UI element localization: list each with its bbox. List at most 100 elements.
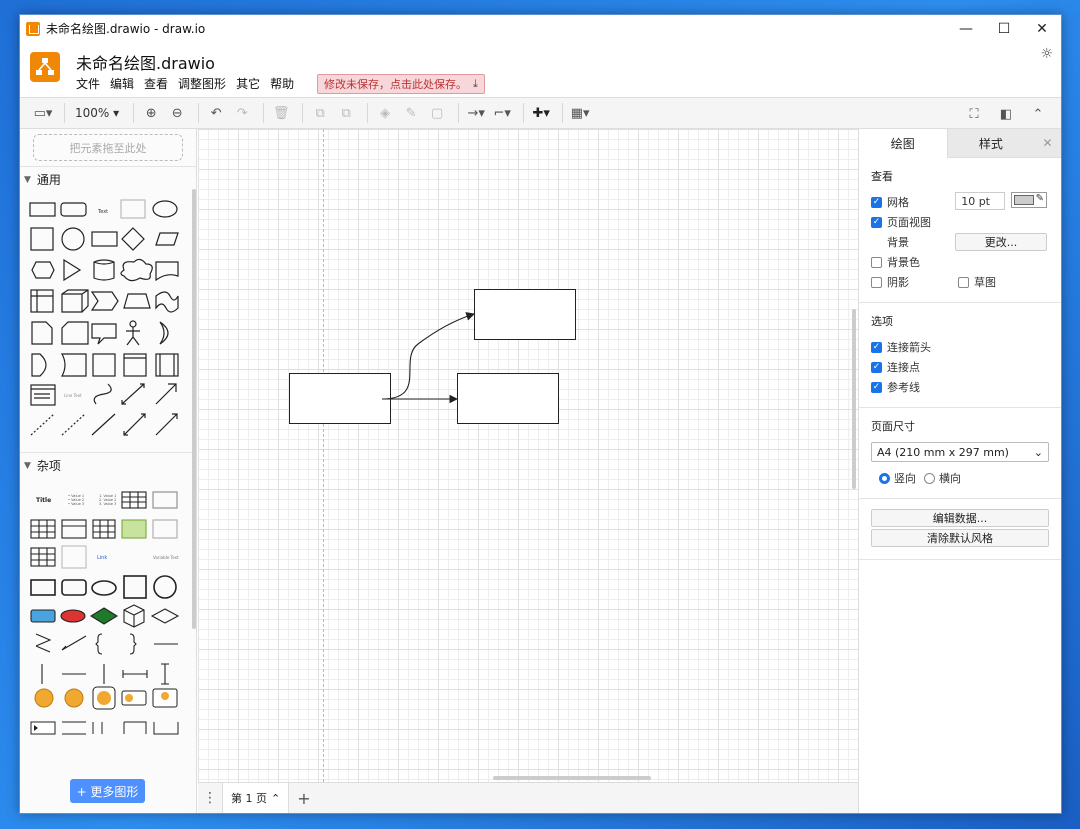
menu-extras[interactable]: 其它 [236, 75, 260, 92]
options-title: 选项 [871, 315, 893, 328]
guides-label: 参考线 [887, 381, 920, 394]
line-color-icon[interactable]: ✎ [400, 101, 422, 125]
to-back-icon[interactable]: ⧉ [335, 101, 357, 125]
page-size-value: A4 (210 mm x 297 mm) [877, 445, 1009, 459]
grid-checkbox[interactable]: ✓ [871, 196, 882, 208]
connector-curved[interactable] [381, 312, 476, 400]
minimize-button[interactable]: — [947, 15, 985, 42]
misc-shapes-grid: Link Variable Text Title • Value 1 • Val… [20, 478, 196, 748]
delete-icon[interactable]: 🗑 [270, 101, 292, 125]
toolbar-separator [367, 103, 369, 123]
grid-size-input[interactable]: 10 pt [955, 192, 1005, 210]
shadow-sketch-row: 阴影 草图 [871, 272, 1049, 292]
waypoints-icon[interactable]: ⌐▾ [491, 101, 513, 125]
svg-text:• Value 3: • Value 3 [68, 502, 84, 506]
page-size-select[interactable]: A4 (210 mm x 297 mm) ⌄ [871, 442, 1049, 462]
section-misc-label: 杂项 [36, 459, 61, 473]
grid-color-button[interactable]: ✎ [1011, 192, 1047, 208]
diagram-canvas[interactable] [198, 129, 858, 782]
data-actions-section: 编辑数据... 清除默认风格 [859, 499, 1061, 560]
toolbar-separator [133, 103, 135, 123]
view-section: 查看 ✓ 网格 10 pt ✎ ✓ 页面视图 背景 更改... 背景色 阴影 草… [859, 158, 1061, 303]
insert-plus-icon[interactable]: ✚▾ [530, 101, 552, 125]
connectors-svg [381, 312, 476, 404]
options-section: 选项 ✓ 连接箭头 ✓ 连接点 ✓ 参考线 [859, 303, 1061, 408]
section-misc[interactable]: ▼ 杂项 [20, 452, 196, 478]
zoom-dropdown[interactable]: 100% ▾ [71, 101, 123, 125]
zoom-out-icon[interactable]: ⊖ [166, 101, 188, 125]
connection-points-checkbox[interactable]: ✓ [871, 361, 882, 373]
sidebar-scrollbar[interactable] [192, 189, 196, 629]
clear-default-style-button[interactable]: 清除默认风格 [871, 529, 1049, 547]
page-view-label: 页面视图 [887, 216, 931, 229]
sketch-label: 草图 [974, 276, 996, 289]
toolbar: ▭▾ 100% ▾ ⊕ ⊖ ↶ ↷ 🗑 ⧉ ⧉ ◈ ✎ ▢ →▾ ⌐▾ ✚▾ ▦… [20, 97, 1061, 129]
theme-sun-icon[interactable]: ☼ [1040, 46, 1053, 62]
tab-style[interactable]: 样式 [946, 129, 1035, 158]
window-title: 未命名绘图.drawio - draw.io [46, 22, 206, 36]
connection-arrows-checkbox[interactable]: ✓ [871, 341, 882, 353]
portrait-radio[interactable] [879, 472, 890, 484]
shadow-icon[interactable]: ▢ [426, 101, 448, 125]
general-shapes-grid: Text Line Text [20, 192, 196, 452]
background-color-row: 背景色 [871, 252, 1049, 272]
drawio-logo-icon [30, 52, 60, 82]
edit-data-button[interactable]: 编辑数据... [871, 509, 1049, 527]
close-button[interactable]: ✕ [1023, 15, 1061, 42]
menu-edit[interactable]: 编辑 [110, 75, 134, 92]
table-insert-icon[interactable]: ▦▾ [569, 101, 591, 125]
shapes-sidebar: 把元素拖至此处 ▼ 通用 Text Line Text ▼ 杂项 Link Va… [20, 129, 197, 813]
close-panel-icon[interactable]: ✕ [1034, 129, 1061, 158]
background-row: 背景 更改... [871, 232, 1049, 252]
fill-color-icon[interactable]: ◈ [374, 101, 396, 125]
landscape-label: 横向 [939, 472, 961, 485]
grid-label: 网格 [887, 196, 909, 209]
background-color-checkbox[interactable] [871, 256, 882, 268]
maximize-button[interactable]: ☐ [985, 15, 1023, 42]
menu-arrange[interactable]: 调整图形 [178, 75, 226, 92]
general-shapes-svg[interactable]: Text Line Text [20, 192, 190, 452]
more-shapes-button[interactable]: + 更多图形 [70, 779, 145, 803]
canvas-horizontal-scrollbar[interactable] [493, 776, 651, 780]
pages-menu-icon[interactable]: ⋮ [198, 790, 222, 806]
to-front-icon[interactable]: ⧉ [309, 101, 331, 125]
change-background-button[interactable]: 更改... [955, 233, 1047, 251]
menu-file[interactable]: 文件 [76, 75, 100, 92]
section-general-label: 通用 [36, 173, 61, 187]
connection-arrows-label: 连接箭头 [887, 341, 931, 354]
sketch-checkbox[interactable] [958, 276, 969, 288]
favorites-dropzone[interactable]: 把元素拖至此处 [33, 134, 183, 161]
misc-shapes-svg[interactable]: Link Variable Text Title • Value 1 • Val… [20, 478, 190, 748]
page-tab-1[interactable]: 第 1 页 ⌃ [222, 782, 290, 813]
add-page-icon[interactable]: + [297, 789, 310, 808]
shadow-checkbox[interactable] [871, 276, 882, 288]
collapse-icon[interactable]: ⌃ [1027, 102, 1049, 126]
chevron-down-icon: ▼ [24, 460, 31, 471]
view-title: 查看 [871, 170, 893, 183]
format-panel-toggle-icon[interactable]: ▭▾ [32, 101, 54, 125]
svg-text:3. Value 3: 3. Value 3 [99, 502, 116, 506]
menu-bar: 文件 编辑 查看 调整图形 其它 帮助 [76, 75, 304, 92]
connection-arrow-icon[interactable]: →▾ [465, 101, 487, 125]
toggle-panel-icon[interactable]: ◧ [995, 102, 1017, 126]
document-title[interactable]: 未命名绘图.drawio [76, 50, 215, 74]
toolbar-separator [64, 103, 65, 123]
zoom-in-icon[interactable]: ⊕ [140, 101, 162, 125]
menu-view[interactable]: 查看 [144, 75, 168, 92]
landscape-radio[interactable] [924, 472, 935, 484]
guides-checkbox[interactable]: ✓ [871, 381, 882, 393]
toolbar-separator [523, 103, 525, 123]
canvas-vertical-scrollbar[interactable] [852, 309, 856, 489]
chevron-up-icon[interactable]: ⌃ [271, 792, 280, 805]
section-general[interactable]: ▼ 通用 [20, 166, 196, 192]
undo-icon[interactable]: ↶ [205, 101, 227, 125]
unsaved-changes-button[interactable]: 修改未保存，点击此处保存。 ⤓ [317, 74, 485, 94]
pencil-icon: ✎ [1035, 193, 1044, 204]
svg-text:Title: Title [36, 497, 51, 504]
unsaved-label: 修改未保存，点击此处保存。 [324, 78, 467, 91]
tab-diagram[interactable]: 绘图 [859, 129, 947, 158]
menu-help[interactable]: 帮助 [270, 75, 294, 92]
page-view-checkbox[interactable]: ✓ [871, 216, 882, 228]
redo-icon[interactable]: ↷ [231, 101, 253, 125]
fullscreen-icon[interactable]: ⛶ [963, 102, 985, 126]
